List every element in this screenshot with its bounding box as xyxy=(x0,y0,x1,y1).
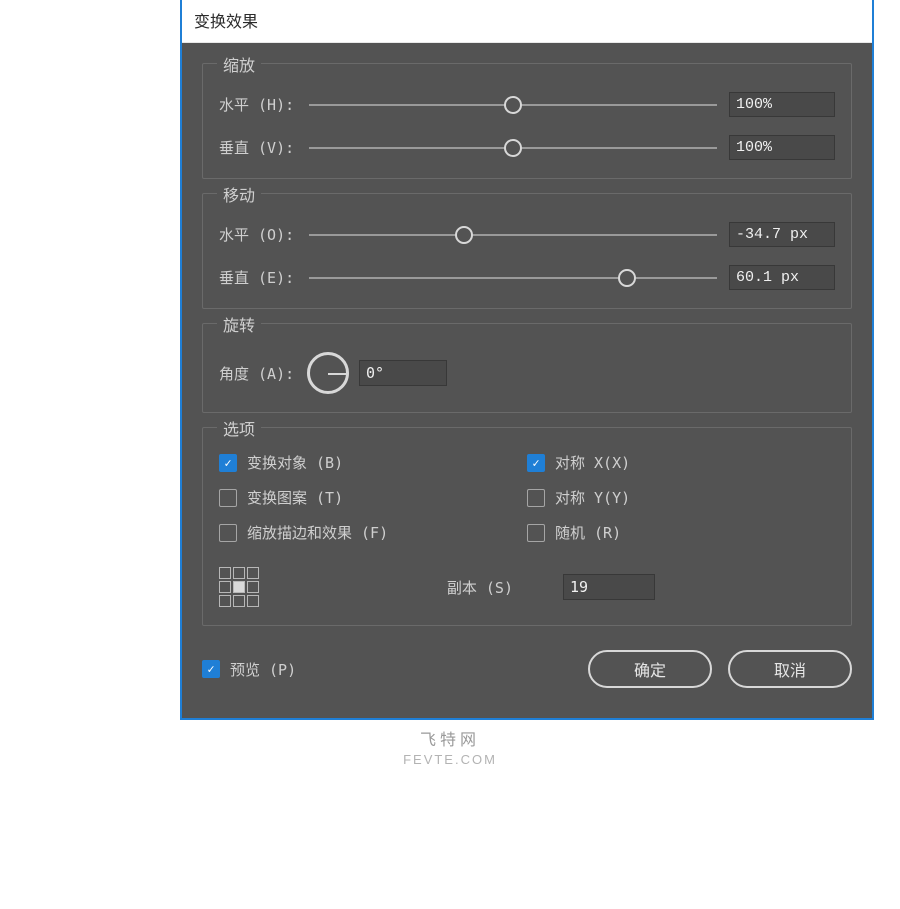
preview-checkbox[interactable]: ✓ 预览 (P) xyxy=(202,659,296,680)
checkbox-label: 缩放描边和效果 (F) xyxy=(247,522,388,543)
scale-v-slider[interactable] xyxy=(309,138,717,158)
scale-v-label: 垂直 (V): xyxy=(219,137,297,158)
transform-pattern-checkbox[interactable]: 变换图案 (T) xyxy=(219,487,527,508)
checkbox-icon: ✓ xyxy=(527,454,545,472)
scale-h-label: 水平 (H): xyxy=(219,94,297,115)
transform-effect-dialog: 变换效果 缩放 水平 (H): 100% 垂直 (V): 100% xyxy=(180,0,874,720)
scale-v-input[interactable]: 100% xyxy=(729,135,835,160)
checkbox-icon: ✓ xyxy=(202,660,220,678)
checkbox-label: 对称 X(X) xyxy=(555,452,630,473)
move-v-slider[interactable] xyxy=(309,268,717,288)
rotate-section: 旋转 角度 (A): 0° xyxy=(202,323,852,413)
scale-h-slider[interactable] xyxy=(309,95,717,115)
copies-label: 副本 (S) xyxy=(447,577,513,598)
checkbox-icon xyxy=(219,489,237,507)
dialog-footer: ✓ 预览 (P) 确定 取消 xyxy=(202,650,852,688)
angle-dial[interactable] xyxy=(307,352,349,394)
checkbox-label: 预览 (P) xyxy=(230,659,296,680)
move-section: 移动 水平 (O): -34.7 px 垂直 (E): 60.1 px xyxy=(202,193,852,309)
scale-h-row: 水平 (H): 100% xyxy=(219,92,835,117)
scale-section: 缩放 水平 (H): 100% 垂直 (V): 100% xyxy=(202,63,852,179)
move-v-input[interactable]: 60.1 px xyxy=(729,265,835,290)
checkbox-label: 变换对象 (B) xyxy=(247,452,343,473)
dialog-body: 缩放 水平 (H): 100% 垂直 (V): 100% 移动 xyxy=(182,43,872,718)
random-checkbox[interactable]: 随机 (R) xyxy=(527,522,835,543)
section-title: 选项 xyxy=(217,416,261,440)
transform-object-checkbox[interactable]: ✓ 变换对象 (B) xyxy=(219,452,527,473)
angle-input[interactable]: 0° xyxy=(359,360,447,386)
watermark-text: 飞特网 xyxy=(0,726,900,750)
dialog-title: 变换效果 xyxy=(182,0,872,43)
move-v-label: 垂直 (E): xyxy=(219,267,297,288)
scale-h-input[interactable]: 100% xyxy=(729,92,835,117)
options-section: 选项 ✓ 变换对象 (B) ✓ 对称 X(X) 变换图案 (T) 对称 Y(Y) xyxy=(202,427,852,626)
section-title: 旋转 xyxy=(217,312,261,336)
move-h-row: 水平 (O): -34.7 px xyxy=(219,222,835,247)
checkbox-icon xyxy=(527,489,545,507)
angle-label: 角度 (A): xyxy=(219,363,297,384)
checkbox-label: 随机 (R) xyxy=(555,522,621,543)
copies-input[interactable]: 19 xyxy=(563,574,655,600)
ok-button[interactable]: 确定 xyxy=(588,650,712,688)
checkbox-label: 对称 Y(Y) xyxy=(555,487,630,508)
move-v-row: 垂直 (E): 60.1 px xyxy=(219,265,835,290)
move-h-label: 水平 (O): xyxy=(219,224,297,245)
anchor-point-selector[interactable] xyxy=(219,567,259,607)
scale-v-row: 垂直 (V): 100% xyxy=(219,135,835,160)
section-title: 移动 xyxy=(217,182,261,206)
checkbox-label: 变换图案 (T) xyxy=(247,487,343,508)
move-h-input[interactable]: -34.7 px xyxy=(729,222,835,247)
section-title: 缩放 xyxy=(217,52,261,76)
checkbox-icon: ✓ xyxy=(219,454,237,472)
scale-stroke-checkbox[interactable]: 缩放描边和效果 (F) xyxy=(219,522,527,543)
cancel-button[interactable]: 取消 xyxy=(728,650,852,688)
watermark-url: FEVTE.COM xyxy=(0,752,900,767)
move-h-slider[interactable] xyxy=(309,225,717,245)
reflect-x-checkbox[interactable]: ✓ 对称 X(X) xyxy=(527,452,835,473)
checkbox-icon xyxy=(219,524,237,542)
reflect-y-checkbox[interactable]: 对称 Y(Y) xyxy=(527,487,835,508)
checkbox-icon xyxy=(527,524,545,542)
